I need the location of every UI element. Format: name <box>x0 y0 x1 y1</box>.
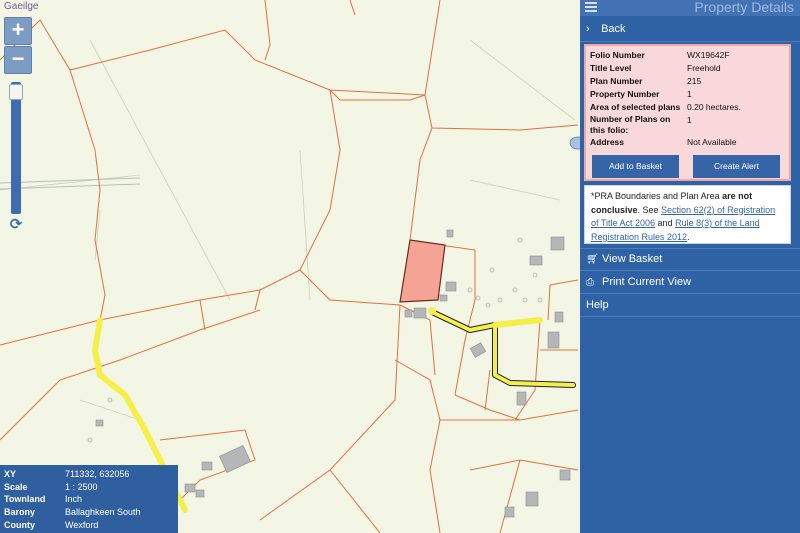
language-link[interactable]: Gaeilge <box>4 1 38 12</box>
property-key: Folio Number <box>590 50 645 60</box>
info-key: Scale <box>4 481 28 492</box>
property-value: 1 <box>687 89 692 99</box>
info-row: Townland Inch <box>4 493 174 506</box>
zoom-out-button[interactable]: − <box>4 46 32 74</box>
property-row: Property Number 1 <box>590 88 785 101</box>
info-value: Ballaghkeen South <box>65 507 141 518</box>
property-value: 215 <box>687 76 702 86</box>
cart-icon: 🛒︎ <box>586 254 599 265</box>
property-row: Address Not Available <box>590 136 785 149</box>
property-value: 1 <box>687 115 692 125</box>
property-key: Number of Plans on this folio: <box>590 114 671 135</box>
info-key: Barony <box>4 507 36 518</box>
info-key: County <box>4 519 35 530</box>
property-key: Plan Number <box>590 76 643 86</box>
info-value: 711332, 632056 <box>65 469 130 480</box>
zoom-in-button[interactable]: + <box>4 17 32 45</box>
zoom-slider-handle[interactable] <box>9 84 23 100</box>
view-basket-menu-item[interactable]: 🛒︎ View Basket <box>580 248 800 271</box>
info-value: Inch <box>65 494 83 505</box>
zoom-slider-track[interactable] <box>11 82 21 214</box>
property-key: Area of selected plans <box>590 102 681 112</box>
print-current-view-menu-item[interactable]: ⎙ Print Current View <box>580 271 800 294</box>
property-value: 0.20 hectares. <box>687 102 741 112</box>
property-value: Not Available <box>687 137 737 147</box>
back-button[interactable]: › Back <box>580 16 800 42</box>
property-rows: Folio Number WX19642F Title Level Freehold P… <box>590 49 785 149</box>
help-menu-item[interactable]: Help <box>580 294 800 317</box>
help-label: Help <box>586 298 609 311</box>
property-row: Plan Number 215 <box>590 75 785 88</box>
hamburger-icon[interactable] <box>585 0 597 12</box>
panel-header: Property Details <box>580 0 800 16</box>
panel-title: Property Details <box>694 0 794 15</box>
property-row: Folio Number WX19642F <box>590 49 785 62</box>
property-value: Freehold <box>687 63 721 73</box>
property-card: Folio Number WX19642F Title Level Freehold P… <box>584 44 791 181</box>
map-info-box: XY 711332, 632056 Scale 1 : 2500 Townland Inc… <box>0 465 178 533</box>
info-row: XY 711332, 632056 <box>4 468 174 481</box>
notice-and: and <box>655 218 676 228</box>
disclaimer-notice: *PRA Boundaries and Plan Area are not co… <box>584 185 791 244</box>
chevron-right-icon: › <box>586 23 590 35</box>
property-row: Area of selected plans 0.20 hectares. <box>590 101 785 114</box>
printer-icon: ⎙ <box>586 276 594 288</box>
print-label: Print Current View <box>602 275 692 288</box>
back-label: Back <box>601 23 626 35</box>
property-key: Property Number <box>590 89 660 99</box>
notice-prefix: *PRA Boundaries and Plan Area <box>591 191 723 201</box>
view-basket-label: View Basket <box>602 253 663 265</box>
side-panel: Property Details › Back Folio Number WX19… <box>580 0 800 533</box>
info-row: Scale 1 : 2500 <box>4 481 174 494</box>
refresh-icon[interactable]: ⟳ <box>7 216 25 234</box>
property-row: Number of Plans on this folio: 1 <box>590 114 785 136</box>
info-key: XY <box>4 469 17 480</box>
property-key: Title Level <box>590 63 632 73</box>
notice-see: . See <box>637 204 662 215</box>
info-key: Townland <box>4 494 46 505</box>
info-row: County Wexford <box>4 518 174 531</box>
map-canvas[interactable] <box>0 0 580 533</box>
info-row: Barony Ballaghkeen South <box>4 506 174 519</box>
create-alert-button[interactable]: Create Alert <box>693 155 780 178</box>
info-value: Wexford <box>65 519 99 530</box>
notice-end: . <box>687 231 690 242</box>
property-value: WX19642F <box>687 50 730 60</box>
map-view[interactable]: Gaeilge + − ⟳ XY 711332, 632056 Scale 1 : 2… <box>0 0 580 533</box>
property-key: Address <box>590 137 625 147</box>
add-to-basket-button[interactable]: Add to Basket <box>592 155 679 178</box>
info-value: 1 : 2500 <box>65 481 98 492</box>
property-row: Title Level Freehold <box>590 62 785 75</box>
